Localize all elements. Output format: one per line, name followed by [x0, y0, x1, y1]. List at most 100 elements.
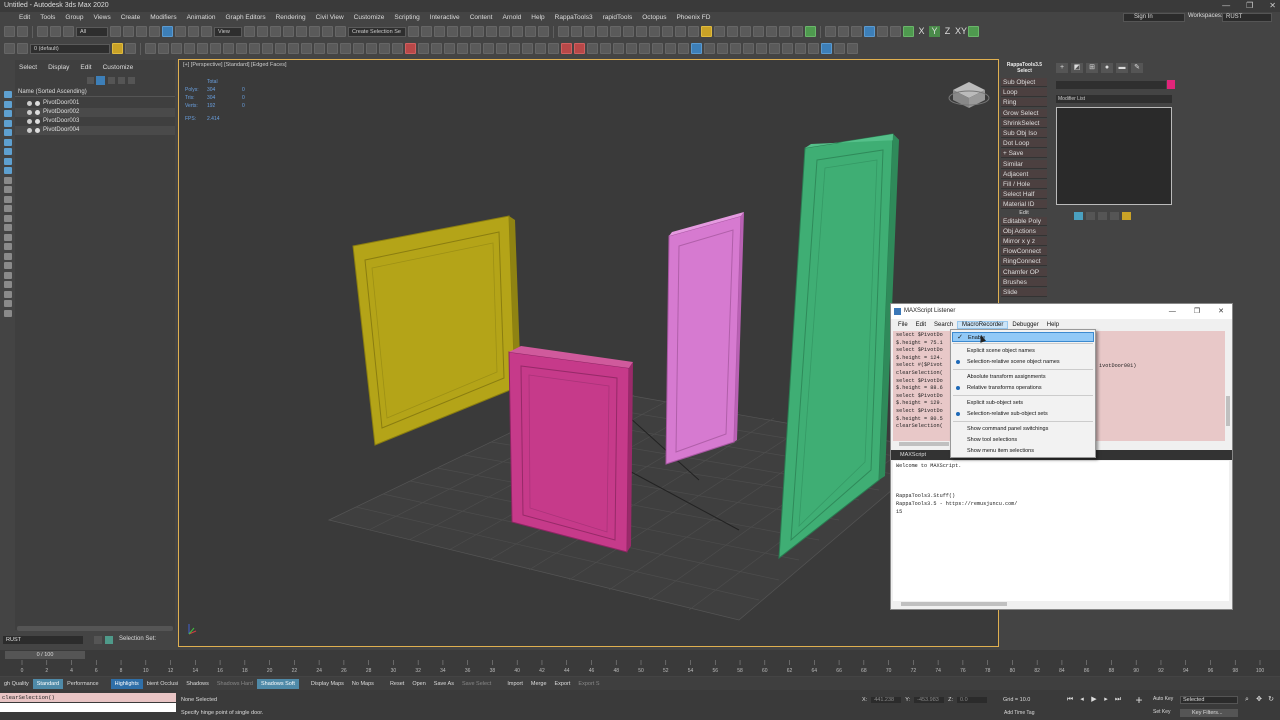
list-item[interactable]: PivotDoor002 — [15, 108, 175, 117]
menu-interactive[interactable]: Interactive — [425, 14, 465, 21]
graphite-tool-a-icon[interactable] — [145, 43, 156, 54]
explorer-filter-icon[interactable] — [4, 110, 12, 117]
remove-modifier-icon[interactable] — [1110, 212, 1119, 220]
tool-2d-icon[interactable] — [522, 43, 533, 54]
menu-item-selection-relative-sub-object-sets[interactable]: Selection-relative sub-object sets — [952, 409, 1094, 419]
close-icon[interactable]: ✕ — [1269, 0, 1276, 12]
graphite-tool-v-icon[interactable] — [418, 43, 429, 54]
tool-2k-icon[interactable] — [613, 43, 624, 54]
graphite-tool-u-icon[interactable] — [405, 43, 416, 54]
visibility-icon[interactable] — [27, 101, 32, 106]
rappa-button-adjacent[interactable]: Adjacent — [1001, 169, 1047, 179]
graphite-tool-g-icon[interactable] — [223, 43, 234, 54]
tool-3a-icon[interactable] — [821, 43, 832, 54]
menu-rendering[interactable]: Rendering — [271, 14, 311, 21]
plugin-icon-o[interactable] — [851, 26, 862, 37]
x-coordinate-field[interactable]: 441.238 — [871, 697, 902, 703]
plugin-icon-g[interactable] — [727, 26, 738, 37]
tool-2o-icon[interactable] — [665, 43, 676, 54]
visibility-icon[interactable] — [27, 119, 32, 124]
pin-stack-icon[interactable] — [1074, 212, 1083, 220]
plugin-icon-f[interactable] — [714, 26, 725, 37]
selection-filter-dropdown[interactable]: All — [76, 26, 108, 37]
graphite-tool-n-icon[interactable] — [314, 43, 325, 54]
rappa-button-chamfer-op[interactable]: Chamfer OP — [1001, 267, 1047, 277]
quick-button-open[interactable]: Open — [408, 679, 429, 689]
filter-icon[interactable] — [96, 76, 105, 85]
modifier-stack[interactable] — [1056, 107, 1172, 205]
menu-content[interactable]: Content — [465, 14, 498, 21]
quick-button-export[interactable]: Export — [551, 679, 575, 689]
plugin-icon-p[interactable] — [877, 26, 888, 37]
mini-listener-input[interactable]: clearSelection() — [0, 693, 176, 702]
menu-animation[interactable]: Animation — [182, 14, 221, 21]
explorer-menu-edit[interactable]: Edit — [76, 64, 98, 71]
quick-button-no-maps[interactable]: No Maps — [348, 679, 378, 689]
create-tab-icon[interactable]: + — [1056, 63, 1068, 73]
rappa-button-obj-actions[interactable]: Obj Actions — [1001, 226, 1047, 236]
explorer-menu-customize[interactable]: Customize — [99, 64, 141, 71]
named-selection-dropdown[interactable]: Create Selection Se — [348, 26, 406, 37]
explorer-menu-select[interactable]: Select — [15, 64, 44, 71]
axis-xy-icon[interactable]: XY — [955, 26, 967, 37]
tool-3c-icon[interactable] — [847, 43, 858, 54]
menu-scripting[interactable]: Scripting — [389, 14, 424, 21]
pan-icon[interactable]: ✥ — [1255, 696, 1263, 704]
set-key-button[interactable]: Set Key — [1153, 709, 1171, 715]
graphite-tool-x-icon[interactable] — [444, 43, 455, 54]
minimize-icon[interactable]: — — [1222, 0, 1230, 12]
workspace-dropdown[interactable]: RUST — [1222, 13, 1272, 22]
plugin-icon-d[interactable] — [675, 26, 686, 37]
warning-icon[interactable] — [701, 26, 712, 37]
curve-editor-icon[interactable] — [473, 26, 484, 37]
graphite-tool-l-icon[interactable] — [288, 43, 299, 54]
explorer-filter-icon[interactable] — [4, 167, 12, 174]
hierarchy-tab-icon[interactable]: ⊞ — [1086, 63, 1098, 73]
rappa-button-fill-hole[interactable]: Fill / Hole — [1001, 180, 1047, 189]
configure-sets-icon[interactable] — [1122, 212, 1131, 220]
sign-in-dropdown[interactable]: Sign In — [1123, 13, 1185, 22]
axis-constraint-icon[interactable] — [968, 26, 979, 37]
render-setup-icon[interactable] — [512, 26, 523, 37]
timeline-track[interactable]: 0 2 4 6 8 10 12 14 16 18 20 22 24 26 28 30 32 34 36 38 40 42 4… — [20, 660, 1280, 674]
redo-icon[interactable] — [17, 26, 28, 37]
perspective-viewport[interactable]: [+] [Perspective] [Standard] [Edged Face… — [178, 59, 999, 647]
tool-2m-icon[interactable] — [639, 43, 650, 54]
explorer-filter-icon[interactable] — [4, 195, 12, 203]
menu-rapidtools[interactable]: rapidTools — [598, 14, 638, 21]
menu-modifiers[interactable]: Modifiers — [145, 14, 181, 21]
rappa-button-save[interactable]: + Save — [1001, 149, 1047, 159]
explorer-filter-icon[interactable] — [4, 224, 12, 231]
play-icon[interactable]: ▶ — [1090, 696, 1098, 704]
tool-2b-icon[interactable] — [496, 43, 507, 54]
menu-item-show-command-panel-switchings[interactable]: Show command panel switchings — [952, 424, 1094, 434]
explorer-filter-icon[interactable] — [4, 233, 12, 241]
menu-civil-view[interactable]: Civil View — [311, 14, 349, 21]
menu-help[interactable]: Help — [526, 14, 549, 21]
graphite-tool-o-icon[interactable] — [327, 43, 338, 54]
time-slider[interactable]: 0 / 100 — [5, 651, 85, 659]
quick-button-display-maps[interactable]: Display Maps — [307, 679, 348, 689]
select-manipulate-icon[interactable] — [257, 26, 268, 37]
rappa-button-slide[interactable]: Slide — [1001, 288, 1047, 297]
explorer-filter-icon[interactable] — [4, 148, 12, 155]
graphite-tool-f-icon[interactable] — [210, 43, 221, 54]
tool-2e-icon[interactable] — [535, 43, 546, 54]
quick-button-shadows-hard[interactable]: Shadows Hard — [213, 679, 257, 689]
graphite-tool-e-icon[interactable] — [197, 43, 208, 54]
render-production-icon[interactable] — [538, 26, 549, 37]
explorer-filter-icon[interactable] — [4, 281, 12, 288]
freeze-icon[interactable] — [35, 110, 40, 115]
list-item[interactable]: PivotDoor003 — [15, 117, 175, 126]
lock-icon[interactable] — [108, 77, 115, 84]
tool-2n-icon[interactable] — [652, 43, 663, 54]
add-to-layer-icon[interactable] — [125, 43, 136, 54]
material-preview-icon[interactable] — [623, 26, 634, 37]
quick-button-export-s[interactable]: Export S — [574, 679, 603, 689]
menu-views[interactable]: Views — [88, 14, 115, 21]
freeze-icon[interactable] — [35, 101, 40, 106]
graphite-tool-k-icon[interactable] — [275, 43, 286, 54]
listener-menu-file[interactable]: File — [894, 322, 912, 328]
tool-3b-icon[interactable] — [834, 43, 845, 54]
set-key-icon[interactable]: + — [1135, 694, 1143, 706]
